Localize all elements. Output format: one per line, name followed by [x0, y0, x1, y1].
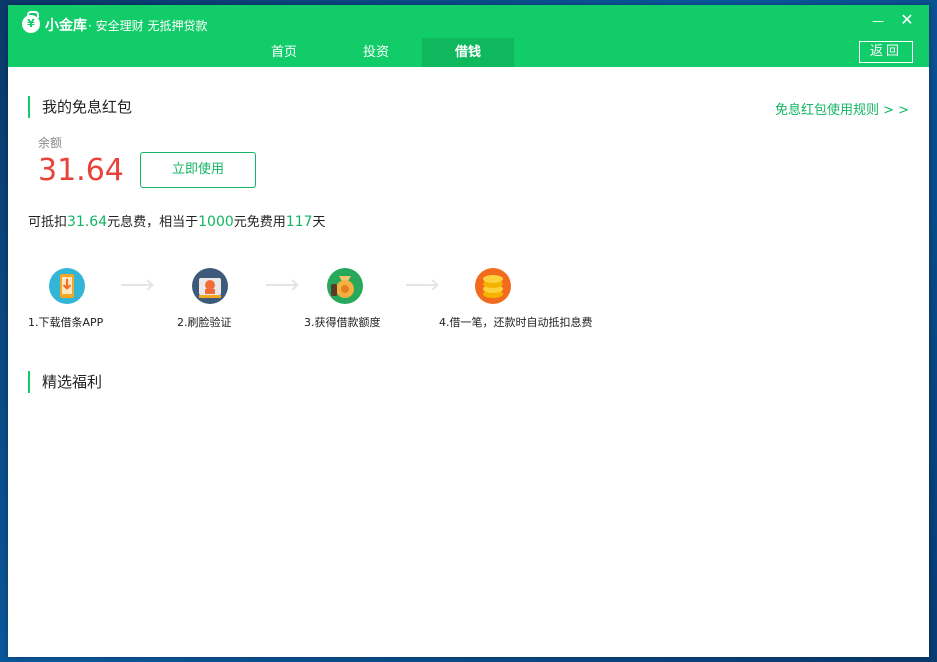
summary-text-3: 元免费用 — [233, 215, 286, 230]
summary-principal: 1000 — [198, 214, 234, 230]
back-button[interactable]: 返回 — [859, 41, 913, 63]
step-3-label: 3.获得借款额度 — [304, 316, 381, 329]
step-4-label: 4.借一笔，还款时自动抵扣息费 — [439, 316, 593, 329]
step-arrow-1 — [121, 284, 151, 286]
step-arrow-2 — [266, 284, 296, 286]
app-window: ¥ 小金库 · 安全理财 无抵押贷款 — ✕ 首页 投资 借钱 返回 我的免息红… — [8, 5, 929, 657]
minimize-icon: — — [872, 14, 884, 28]
welfare-section-title: 精选福利 — [28, 371, 102, 393]
balance-amount: 31.64 — [38, 153, 124, 188]
tab-borrow[interactable]: 借钱 — [422, 38, 514, 67]
app-slogan: · 安全理财 无抵押贷款 — [88, 19, 208, 33]
tab-invest[interactable]: 投资 — [330, 38, 422, 67]
money-bag-logo-icon: ¥ — [22, 11, 40, 33]
interest-summary: 可抵扣31.64元息费，相当于1000元免费用117天 — [28, 211, 326, 230]
minimize-button[interactable]: — — [867, 11, 889, 29]
tab-home[interactable]: 首页 — [238, 38, 330, 67]
use-now-button[interactable]: 立即使用 — [140, 152, 256, 188]
close-icon: ✕ — [900, 10, 914, 29]
redpacket-section-title: 我的免息红包 — [28, 96, 132, 118]
money-bag-icon — [327, 268, 363, 304]
close-button[interactable]: ✕ — [896, 11, 918, 29]
title-bar: ¥ 小金库 · 安全理财 无抵押贷款 — ✕ 首页 投资 借钱 返回 — [8, 5, 929, 67]
redpacket-rules-link[interactable]: 免息红包使用规则 > > — [775, 99, 909, 118]
summary-days: 117 — [285, 214, 313, 230]
app-name: 小金库 — [45, 18, 87, 34]
summary-text-2: 元息费，相当于 — [107, 215, 199, 230]
phone-download-icon — [49, 268, 85, 304]
coin-stack-icon — [475, 268, 511, 304]
step-2-label: 2.刷脸验证 — [177, 316, 232, 329]
summary-text-4: 天 — [312, 215, 326, 230]
balance-label: 余额 — [38, 136, 63, 150]
step-1-label: 1.下载借条APP — [28, 316, 104, 329]
step-arrow-3 — [406, 284, 436, 286]
summary-amount: 31.64 — [67, 214, 108, 230]
summary-text-1: 可抵扣 — [28, 215, 68, 230]
face-verify-icon — [192, 268, 228, 304]
